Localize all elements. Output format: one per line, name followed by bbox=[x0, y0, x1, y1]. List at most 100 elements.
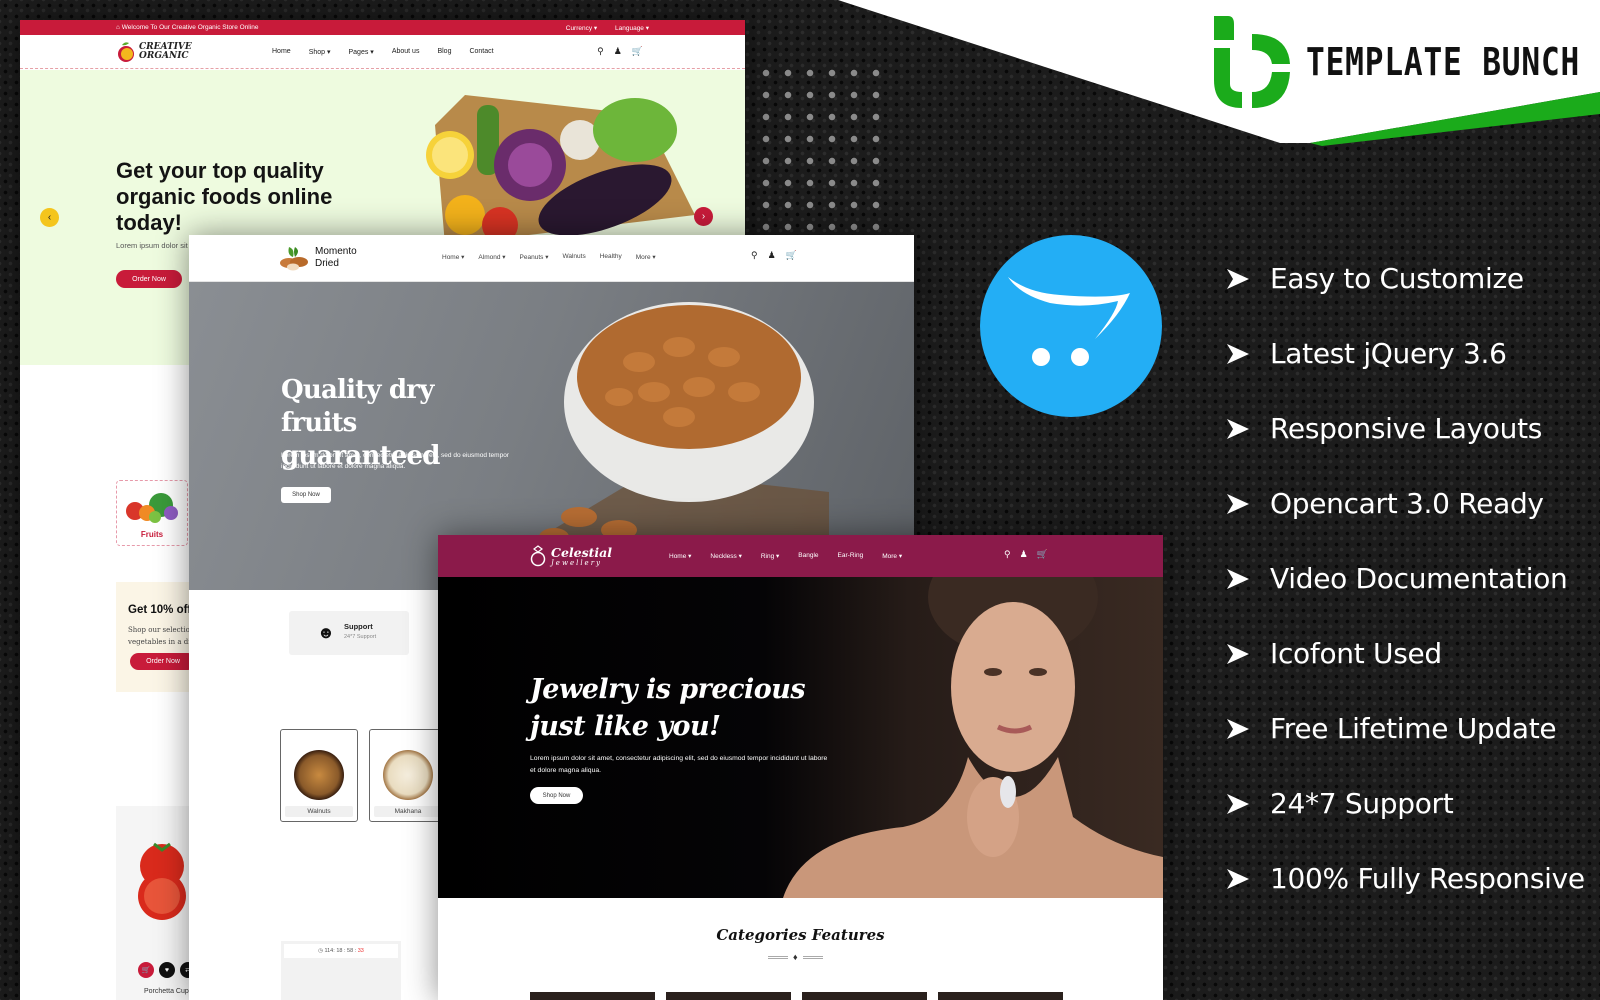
organic-logo[interactable]: CREATIVE ORGANIC bbox=[116, 41, 192, 63]
category-thumb[interactable] bbox=[802, 992, 927, 1000]
dried-shop-now-button[interactable]: Shop Now bbox=[281, 487, 331, 503]
user-icon[interactable]: ♟ bbox=[768, 250, 776, 261]
arrow-bullet-icon bbox=[1227, 493, 1249, 514]
service-title: Support bbox=[344, 622, 373, 631]
currency-dropdown[interactable]: Currency ▾ bbox=[566, 25, 597, 32]
nav-contact[interactable]: Contact bbox=[469, 48, 493, 56]
promo-title: Get 10% off bbox=[128, 604, 192, 616]
ring-logo-icon bbox=[530, 545, 546, 567]
feature-item: Video Documentation bbox=[1227, 562, 1568, 595]
opencart-logo-badge bbox=[980, 235, 1162, 417]
arrow-bullet-icon bbox=[1227, 718, 1249, 739]
nav-about[interactable]: About us bbox=[392, 48, 420, 56]
user-icon[interactable]: ♟ bbox=[614, 46, 622, 57]
slider-next-arrow-icon[interactable]: › bbox=[694, 207, 713, 226]
user-icon[interactable]: ♟ bbox=[1020, 549, 1028, 560]
nav-home[interactable]: Home bbox=[272, 48, 291, 56]
service-subtitle: 24*7 Support bbox=[344, 634, 377, 640]
organic-hero-text: Lorem ipsum dolor sit amet, consectetur … bbox=[116, 241, 196, 250]
jewellery-main-menu: Home ▾ Neckless ▾ Ring ▾ Bangle Ear-Ring… bbox=[669, 552, 902, 560]
category-label: Fruits bbox=[140, 530, 164, 539]
category-thumb[interactable] bbox=[938, 992, 1063, 1000]
organic-order-now-button[interactable]: Order Now bbox=[116, 270, 182, 288]
organic-navbar: CREATIVE ORGANIC Home Shop ▾ Pages ▾ Abou… bbox=[20, 35, 745, 69]
fruits-image bbox=[126, 493, 178, 523]
organic-main-menu: Home Shop ▾ Pages ▾ About us Blog Contac… bbox=[272, 48, 494, 56]
nav-walnuts[interactable]: Walnuts bbox=[562, 253, 585, 261]
makhana-image bbox=[383, 750, 433, 800]
category-card-makhana[interactable]: Makhana bbox=[369, 729, 447, 822]
model-portrait-image bbox=[783, 577, 1163, 898]
jewellery-shop-now-button[interactable]: Shop Now bbox=[530, 787, 583, 804]
category-thumb[interactable] bbox=[666, 992, 791, 1000]
dried-hero-text: Lorem ipsum dolor sit amet, consectetur … bbox=[281, 452, 509, 470]
arrow-bullet-icon bbox=[1227, 568, 1249, 589]
category-card-walnuts[interactable]: Walnuts bbox=[280, 729, 358, 822]
jewellery-theme-preview: Celestial Jewellery Home ▾ Neckless ▾ Rin… bbox=[438, 535, 1163, 1000]
arrow-bullet-icon bbox=[1227, 343, 1249, 364]
nav-pages[interactable]: Pages ▾ bbox=[349, 48, 374, 56]
language-dropdown[interactable]: Language ▾ bbox=[615, 25, 649, 32]
jewellery-hero-title: Jewelry is precious just like you! bbox=[530, 674, 806, 742]
clock-icon: ◷ bbox=[318, 948, 323, 954]
jewellery-logo[interactable]: Celestial Jewellery bbox=[530, 545, 612, 567]
dried-navbar: Momento Dried Home ▾ Almond ▾ Peanuts ▾ W… bbox=[189, 235, 914, 282]
nav-healthy[interactable]: Healthy bbox=[600, 253, 622, 261]
nav-more[interactable]: More ▾ bbox=[882, 552, 902, 560]
cart-icon[interactable]: 🛒 bbox=[1037, 549, 1048, 560]
search-icon[interactable]: ⚲ bbox=[1004, 549, 1011, 560]
search-icon[interactable]: ⚲ bbox=[597, 46, 604, 57]
add-to-cart-icon[interactable]: 🛒 bbox=[138, 962, 154, 978]
cart-icon[interactable]: 🛒 bbox=[632, 46, 643, 57]
categories-section-title: Categories Features bbox=[716, 926, 885, 944]
cart-icon[interactable]: 🛒 bbox=[786, 250, 797, 261]
arrow-bullet-icon bbox=[1227, 268, 1249, 289]
nav-almond[interactable]: Almond ▾ bbox=[478, 253, 505, 261]
welcome-text: Welcome To Our Creative Organic Store On… bbox=[121, 24, 259, 31]
feature-item: Icofont Used bbox=[1227, 637, 1442, 670]
headset-support-icon: ☻ bbox=[317, 623, 335, 642]
jewellery-navbar: Celestial Jewellery Home ▾ Neckless ▾ Rin… bbox=[438, 535, 1163, 577]
jewellery-hero-text: Lorem ipsum dolor sit amet, consectetur … bbox=[530, 755, 828, 774]
category-thumbnails bbox=[530, 992, 1063, 1000]
category-card-fruits[interactable]: Fruits bbox=[116, 480, 188, 546]
feature-item: Free Lifetime Update bbox=[1227, 712, 1557, 745]
nav-neckless[interactable]: Neckless ▾ bbox=[710, 552, 741, 560]
feature-item: Opencart 3.0 Ready bbox=[1227, 487, 1544, 520]
orange-logo-icon bbox=[118, 41, 134, 62]
arrow-bullet-icon bbox=[1227, 418, 1249, 439]
almond-logo-icon bbox=[280, 247, 308, 271]
nav-shop[interactable]: Shop ▾ bbox=[309, 48, 331, 56]
nav-home[interactable]: Home ▾ bbox=[669, 552, 691, 560]
nav-peanuts[interactable]: Peanuts ▾ bbox=[520, 253, 549, 261]
nav-more[interactable]: More ▾ bbox=[636, 253, 656, 261]
deal-countdown: ◷ 114: 18 : 58 : 33 bbox=[281, 941, 401, 1000]
brand-logo: TEMPLATE BUNCH bbox=[1212, 14, 1600, 110]
dried-logo[interactable]: Momento Dried bbox=[279, 245, 357, 271]
product-name[interactable]: Porchetta Cup bbox=[144, 988, 189, 995]
organic-hero-title: Get your top quality organic foods onlin… bbox=[116, 158, 333, 235]
jewellery-hero-banner: Jewelry is precious just like you! Lorem … bbox=[438, 577, 1163, 898]
feature-item: Latest jQuery 3.6 bbox=[1227, 337, 1507, 370]
arrow-bullet-icon bbox=[1227, 643, 1249, 664]
nav-home[interactable]: Home ▾ bbox=[442, 253, 464, 261]
vegetable-basket-image bbox=[426, 95, 695, 245]
nav-ear-ring[interactable]: Ear-Ring bbox=[838, 552, 864, 560]
nav-ring[interactable]: Ring ▾ bbox=[761, 552, 779, 560]
slider-prev-arrow-icon[interactable]: ‹ bbox=[40, 208, 59, 227]
nav-bangle[interactable]: Bangle bbox=[798, 552, 818, 560]
dried-main-menu: Home ▾ Almond ▾ Peanuts ▾ Walnuts Health… bbox=[442, 253, 656, 261]
search-icon[interactable]: ⚲ bbox=[751, 250, 758, 261]
dot-grid-decoration bbox=[755, 62, 880, 232]
opencart-cart-icon bbox=[1008, 277, 1130, 366]
service-support-card: ☻ Support 24*7 Support bbox=[289, 611, 409, 655]
nav-blog[interactable]: Blog bbox=[437, 48, 451, 56]
feature-item: 24*7 Support bbox=[1227, 787, 1454, 820]
category-thumb[interactable] bbox=[530, 992, 655, 1000]
promo-order-now-button[interactable]: Order Now bbox=[130, 653, 196, 670]
wishlist-heart-icon[interactable]: ♥ bbox=[159, 962, 175, 978]
arrow-bullet-icon bbox=[1227, 868, 1249, 889]
almond-bowl-image bbox=[539, 302, 829, 552]
organic-topbar: ⌂ Welcome To Our Creative Organic Store … bbox=[20, 20, 745, 35]
arrow-bullet-icon bbox=[1227, 793, 1249, 814]
